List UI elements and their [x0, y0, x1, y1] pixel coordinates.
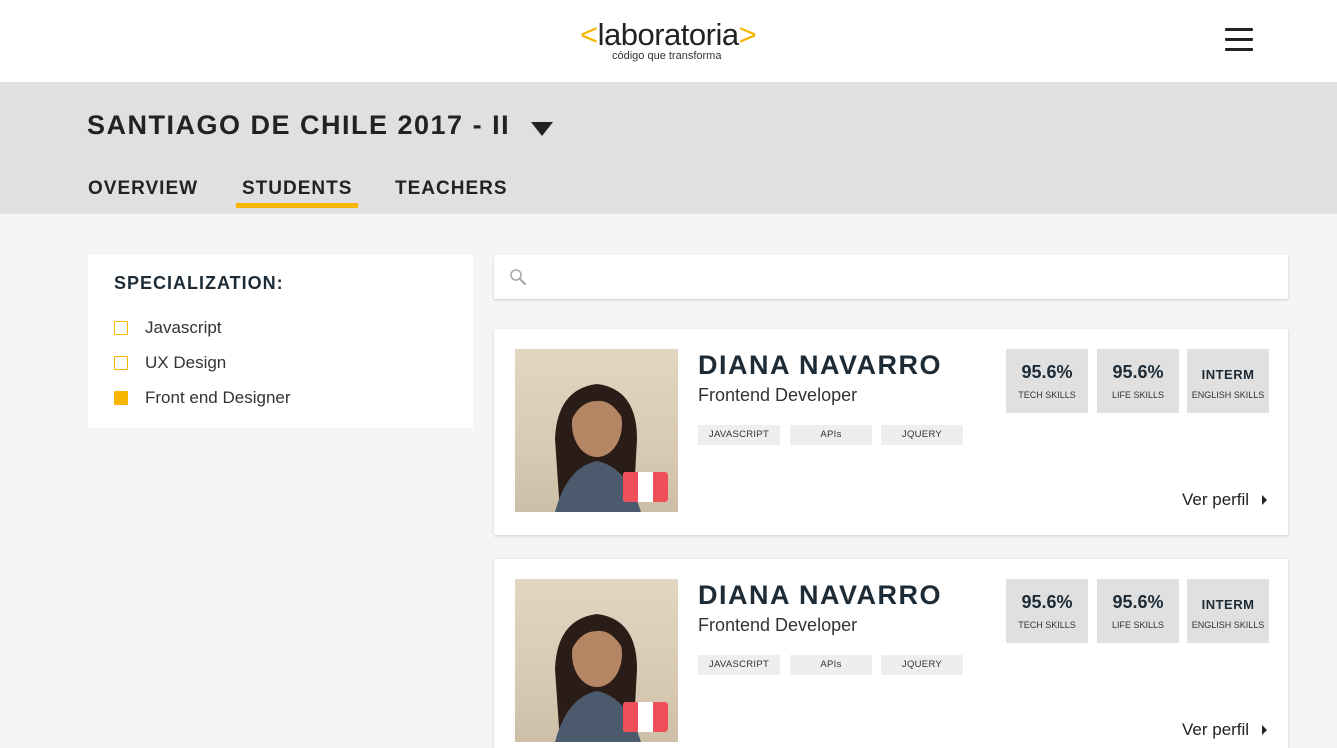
student-card: DIANA NAVARRO Frontend Developer JAVASCR…: [494, 329, 1288, 535]
peru-flag-icon: [623, 472, 668, 502]
laboratoria-logo[interactable]: <laboratoria> código que transforma: [580, 14, 764, 66]
student-role: Frontend Developer: [698, 385, 858, 405]
filter-option-label: Front end Designer: [145, 388, 291, 407]
caret-down-icon[interactable]: [531, 122, 553, 136]
tab-teachers[interactable]: TEACHERS: [395, 178, 508, 200]
skill-tag: APIs: [790, 425, 872, 445]
stat-label: LIFE SKILLS: [1111, 390, 1165, 400]
tech-skills-stat: 95.6% TECH SKILLS: [1006, 579, 1088, 643]
active-tab-indicator: [236, 203, 358, 208]
logo-close-bracket: >: [738, 17, 757, 52]
logo-word: laboratoria: [597, 17, 739, 52]
checkbox[interactable]: [114, 321, 128, 335]
tab-overview[interactable]: OVERVIEW: [88, 178, 198, 200]
stat-value: 95.6%: [1021, 592, 1073, 612]
student-name: DIANA NAVARRO: [698, 580, 942, 610]
stat-label: ENGLISH SKILLS: [1191, 390, 1265, 400]
student-photo: [515, 349, 678, 512]
cohort-title[interactable]: SANTIAGO DE CHILE 2017 - II: [87, 110, 510, 141]
skill-tag: JAVASCRIPT: [698, 655, 780, 675]
student-name: DIANA NAVARRO: [698, 350, 942, 380]
skill-tag: JAVASCRIPT: [698, 425, 780, 445]
filter-option-label: UX Design: [145, 353, 227, 372]
life-skills-stat: 95.6% LIFE SKILLS: [1097, 579, 1179, 643]
skill-tag: JQUERY: [881, 425, 963, 445]
skill-tag: APIs: [790, 655, 872, 675]
specialization-filter: SPECIALIZATION: Javascript UX Design Fro…: [88, 255, 473, 428]
stat-label: TECH SKILLS: [1018, 620, 1076, 630]
stat-label: LIFE SKILLS: [1111, 620, 1165, 630]
student-card: DIANA NAVARRO Frontend Developer JAVASCR…: [494, 559, 1288, 748]
filter-title: SPECIALIZATION:: [114, 273, 284, 293]
logo-wordmark: <laboratoria>: [580, 16, 757, 54]
caret-right-icon[interactable]: [1262, 725, 1267, 735]
search-icon: [510, 269, 527, 286]
search-input[interactable]: [538, 261, 1268, 293]
logo-tagline: código que transforma: [612, 50, 722, 62]
view-profile-link[interactable]: Ver perfil: [1182, 490, 1249, 510]
view-profile-link[interactable]: Ver perfil: [1182, 720, 1249, 740]
stat-label: TECH SKILLS: [1018, 390, 1076, 400]
hamburger-menu-icon[interactable]: [1225, 28, 1255, 54]
top-bar: <laboratoria> código que transforma: [0, 0, 1337, 82]
cohort-band: SANTIAGO DE CHILE 2017 - II OVERVIEW STU…: [0, 82, 1337, 214]
stat-value: INTERM: [1201, 597, 1255, 612]
filter-option-label: Javascript: [145, 318, 222, 337]
checkbox[interactable]: [114, 356, 128, 370]
skill-tag: JQUERY: [881, 655, 963, 675]
search-bar: [494, 255, 1288, 299]
stat-value: INTERM: [1201, 367, 1255, 382]
caret-right-icon[interactable]: [1262, 495, 1267, 505]
peru-flag-icon: [623, 702, 668, 732]
english-skills-stat: INTERM ENGLISH SKILLS: [1187, 579, 1269, 643]
checkbox-checked[interactable]: [114, 391, 128, 405]
tab-students[interactable]: STUDENTS: [242, 178, 352, 200]
stat-label: ENGLISH SKILLS: [1191, 620, 1265, 630]
english-skills-stat: INTERM ENGLISH SKILLS: [1187, 349, 1269, 413]
student-photo: [515, 579, 678, 742]
student-role: Frontend Developer: [698, 615, 858, 635]
stat-value: 95.6%: [1021, 362, 1073, 382]
stat-value: 95.6%: [1112, 592, 1164, 612]
life-skills-stat: 95.6% LIFE SKILLS: [1097, 349, 1179, 413]
tech-skills-stat: 95.6% TECH SKILLS: [1006, 349, 1088, 413]
stat-value: 95.6%: [1112, 362, 1164, 382]
logo-open-bracket: <: [580, 17, 598, 52]
